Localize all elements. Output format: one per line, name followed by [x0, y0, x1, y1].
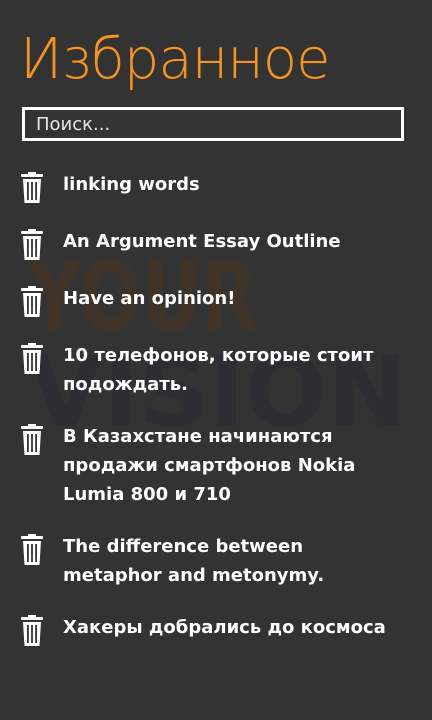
trash-icon[interactable]	[20, 286, 44, 318]
list-item-title[interactable]: Хакеры добрались до космоса	[63, 613, 403, 642]
list-item: linking words	[0, 170, 432, 204]
trash-icon[interactable]	[20, 615, 44, 647]
list-item: An Argument Essay Outline	[0, 227, 432, 261]
trash-icon[interactable]	[20, 172, 44, 204]
favorites-list: linking words An Argument Essay Outline …	[0, 170, 432, 670]
list-item-title[interactable]: В Казахстане начинаются продажи смартфон…	[63, 422, 403, 509]
list-item: 10 телефонов, которые стоит подождать.	[0, 341, 432, 399]
trash-icon[interactable]	[20, 343, 44, 375]
list-item-title[interactable]: An Argument Essay Outline	[63, 227, 403, 256]
page-title: Избранное	[20, 27, 331, 92]
search-input[interactable]	[22, 107, 404, 141]
list-item: Have an opinion!	[0, 284, 432, 318]
list-item-title[interactable]: Have an opinion!	[63, 284, 403, 313]
list-item-title[interactable]: 10 телефонов, которые стоит подождать.	[63, 341, 403, 399]
trash-icon[interactable]	[20, 229, 44, 261]
list-item-title[interactable]: The difference between metaphor and meto…	[63, 532, 403, 590]
list-item: The difference between metaphor and meto…	[0, 532, 432, 590]
list-item: Хакеры добрались до космоса	[0, 613, 432, 647]
list-item-title[interactable]: linking words	[63, 170, 403, 199]
trash-icon[interactable]	[20, 534, 44, 566]
trash-icon[interactable]	[20, 424, 44, 456]
list-item: В Казахстане начинаются продажи смартфон…	[0, 422, 432, 509]
